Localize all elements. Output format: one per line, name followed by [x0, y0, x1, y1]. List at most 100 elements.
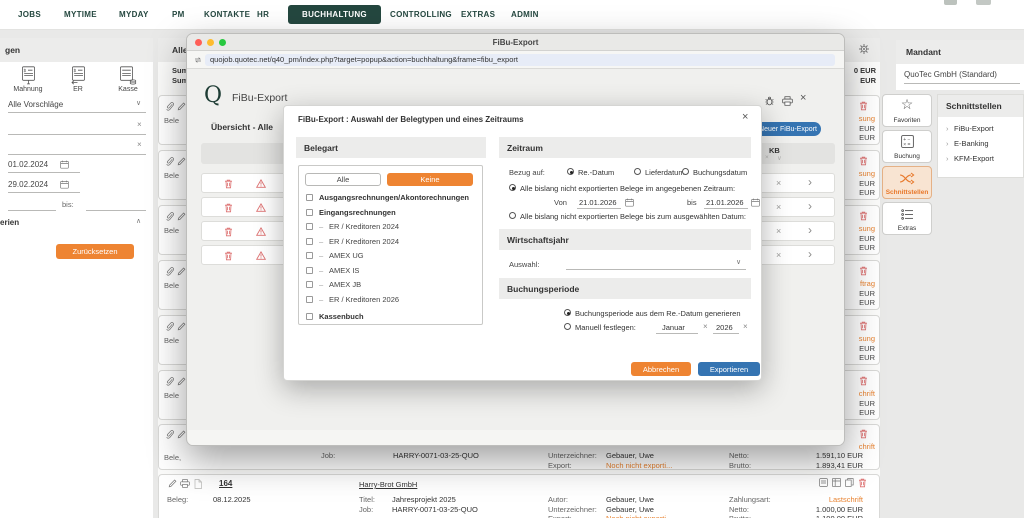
- checkbox[interactable]: [306, 238, 313, 245]
- nav-mytime[interactable]: MYTIME: [64, 10, 97, 19]
- remove-icon[interactable]: ×: [776, 178, 781, 188]
- belegart-item[interactable]: AMEX UG: [329, 251, 364, 260]
- filter-field-2[interactable]: [8, 154, 146, 155]
- filter-type-er[interactable]: $ ER: [58, 66, 98, 93]
- belegart-item[interactable]: ER / Kreditoren 2026: [329, 295, 399, 304]
- belegart-item[interactable]: ER / Kreditoren 2024: [329, 237, 399, 246]
- mandant-select[interactable]: QuoTec GmbH (Standard): [904, 70, 997, 79]
- pencil-icon[interactable]: [177, 430, 186, 439]
- sidebar-button-buchung[interactable]: + − × = Buchung: [882, 130, 932, 163]
- belegart-item[interactable]: Kassenbuch: [319, 312, 364, 321]
- export-button[interactable]: Exportieren: [698, 362, 760, 376]
- checkbox[interactable]: [306, 209, 313, 216]
- radio-periode-generieren[interactable]: [564, 309, 571, 316]
- trash-icon[interactable]: [224, 227, 233, 237]
- belegart-item[interactable]: AMEX JB: [329, 280, 361, 289]
- calendar-icon[interactable]: [60, 180, 69, 189]
- nav-extras[interactable]: EXTRAS: [461, 10, 495, 19]
- remove-icon[interactable]: ×: [776, 202, 781, 212]
- sidebar-button-favoriten[interactable]: ☆ Favoriten: [882, 94, 932, 127]
- document-number-link[interactable]: 164: [219, 479, 232, 488]
- clear-icon[interactable]: ×: [137, 120, 142, 129]
- chevron-up-icon[interactable]: ∧: [136, 217, 141, 225]
- nav-controlling[interactable]: CONTROLLING: [390, 10, 452, 19]
- calendar-icon[interactable]: [625, 198, 634, 207]
- trash-icon[interactable]: [859, 211, 868, 221]
- checkbox[interactable]: [306, 281, 313, 288]
- chevron-down-icon[interactable]: ∨: [736, 258, 741, 266]
- pencil-icon[interactable]: [177, 322, 186, 331]
- chevron-down-icon[interactable]: ∨: [136, 99, 141, 107]
- radio-re-datum-label[interactable]: Re.-Datum: [578, 168, 614, 177]
- trash-icon[interactable]: [859, 376, 868, 386]
- belegart-item[interactable]: ER / Kreditoren 2024: [329, 222, 399, 231]
- criteria-section-header[interactable]: erien: [0, 218, 19, 227]
- open-row-chevron-icon[interactable]: ›: [808, 247, 812, 261]
- sidebar-button-schnittstellen[interactable]: Schnittstellen: [882, 166, 932, 199]
- pencil-icon[interactable]: [177, 157, 186, 166]
- open-row-chevron-icon[interactable]: ›: [808, 175, 812, 189]
- close-icon[interactable]: ×: [742, 111, 748, 123]
- checkbox[interactable]: [306, 296, 313, 303]
- company-link[interactable]: Harry-Brot GmbH: [359, 480, 417, 489]
- url-field[interactable]: quojob.quotec.net/q40_pm/index.php?targe…: [205, 54, 835, 66]
- nav-pm[interactable]: PM: [172, 10, 185, 19]
- checkbox[interactable]: [306, 313, 313, 320]
- trash-icon[interactable]: [224, 251, 233, 261]
- trash-icon[interactable]: [859, 429, 868, 439]
- pencil-icon[interactable]: [177, 102, 186, 111]
- new-fibu-export-button[interactable]: Neuer FiBu-Export: [755, 122, 821, 136]
- trash-icon[interactable]: [859, 156, 868, 166]
- wirtschaftsjahr-select[interactable]: [566, 269, 746, 270]
- clear-icon[interactable]: ×: [743, 322, 748, 331]
- periode-generieren-label[interactable]: Buchungsperiode aus dem Re.-Datum generi…: [575, 309, 741, 318]
- nav-jobs[interactable]: JOBS: [18, 10, 41, 19]
- trash-icon[interactable]: [859, 321, 868, 331]
- year-field[interactable]: 2026: [716, 323, 733, 332]
- pencil-icon[interactable]: [177, 267, 186, 276]
- remove-icon[interactable]: ×: [776, 250, 781, 260]
- trash-icon[interactable]: [859, 266, 868, 276]
- popup-titlebar[interactable]: FiBu-Export: [187, 34, 844, 51]
- nav-kontakte[interactable]: KONTAKTE: [204, 10, 250, 19]
- checkbox[interactable]: [306, 223, 313, 230]
- open-row-chevron-icon[interactable]: ›: [808, 223, 812, 237]
- gear-icon[interactable]: [858, 43, 870, 55]
- keine-button[interactable]: Keine: [387, 173, 473, 186]
- filter-type-kasse[interactable]: Kasse: [108, 66, 148, 93]
- radio-lieferdatum-label[interactable]: Lieferdatum: [645, 168, 685, 177]
- radio-lieferdatum[interactable]: [634, 168, 641, 175]
- close-icon[interactable]: ×: [800, 92, 806, 104]
- zeitraum-option-2-label[interactable]: Alle bislang nicht exportierten Belege b…: [520, 212, 746, 221]
- panel-item-kfm-export[interactable]: KFM-Export: [954, 154, 994, 163]
- manuell-label[interactable]: Manuell festlegen:: [575, 323, 636, 332]
- radio-manuell[interactable]: [564, 323, 571, 330]
- calendar-icon[interactable]: [60, 160, 69, 169]
- trash-icon[interactable]: [224, 179, 233, 189]
- cancel-button[interactable]: Abbrechen: [631, 362, 691, 376]
- nav-buchhaltung-active[interactable]: BUCHHALTUNG: [288, 5, 381, 24]
- trash-icon[interactable]: [858, 478, 867, 488]
- radio-zeitraum-option[interactable]: [509, 184, 516, 191]
- pencil-icon[interactable]: [168, 479, 177, 488]
- bis-date-field[interactable]: 21.01.2026: [706, 198, 744, 207]
- trash-icon[interactable]: [224, 203, 233, 213]
- nav-myday[interactable]: MYDAY: [119, 10, 149, 19]
- belegart-item[interactable]: Eingangsrechnungen: [319, 208, 396, 217]
- sidebar-button-extras[interactable]: Extras: [882, 202, 932, 235]
- radio-buchungsdatum-label[interactable]: Buchungsdatum: [693, 168, 747, 177]
- belegart-item[interactable]: AMEX IS: [329, 266, 359, 275]
- debug-bug-icon[interactable]: [765, 96, 774, 106]
- radio-buchungsdatum[interactable]: [682, 168, 689, 175]
- chevron-down-icon[interactable]: ∨: [777, 154, 782, 162]
- checkbox[interactable]: [306, 267, 313, 274]
- filter-suggestions-select[interactable]: Alle Vorschläge: [8, 100, 63, 109]
- clear-icon[interactable]: ×: [765, 154, 769, 161]
- filter-type-mahnung[interactable]: $ Mahnung: [8, 66, 48, 93]
- von-date-field[interactable]: 21.01.2026: [579, 198, 617, 207]
- pdf-icon[interactable]: [194, 479, 202, 489]
- note-icon[interactable]: [819, 478, 828, 487]
- belegart-item[interactable]: Ausgangsrechnungen/Akontorechnungen: [319, 193, 469, 202]
- copy-icon[interactable]: [845, 478, 854, 487]
- checkbox[interactable]: [306, 194, 313, 201]
